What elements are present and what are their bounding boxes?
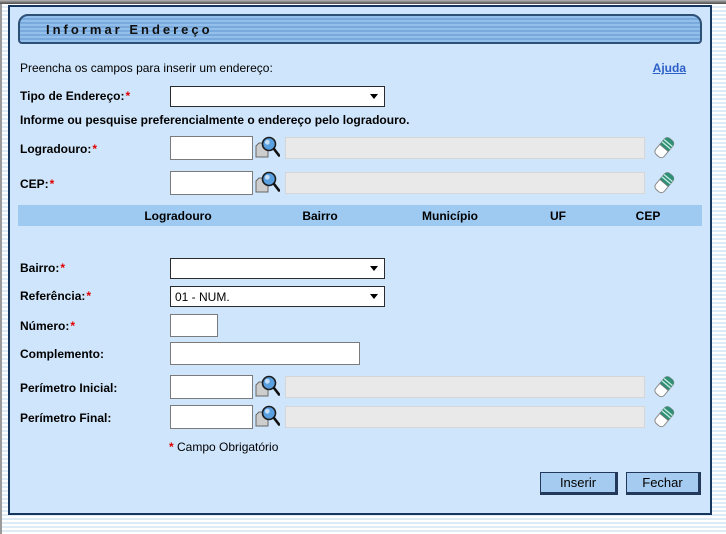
required-asterisk: * xyxy=(70,319,75,333)
tipo-endereco-select[interactable] xyxy=(170,86,385,107)
col-bairro: Bairro xyxy=(302,209,337,223)
chevron-down-icon xyxy=(370,266,378,271)
eraser-icon[interactable] xyxy=(651,135,677,161)
search-icon[interactable] xyxy=(254,374,280,400)
window-left-strip xyxy=(0,4,2,534)
informar-endereco-dialog: Informar Endereço Preencha os campos par… xyxy=(8,5,712,515)
perimetro-final-label: Perímetro Final: xyxy=(20,411,112,425)
complemento-label: Complemento: xyxy=(20,347,105,361)
instruction-text: Informe ou pesquise preferencialmente o … xyxy=(20,113,409,127)
perimetro-inicial-display xyxy=(285,376,645,398)
logradouro-display xyxy=(285,137,645,159)
required-asterisk: * xyxy=(86,289,91,303)
bairro-label: Bairro:* xyxy=(20,261,65,275)
referencia-label: Referência:* xyxy=(20,289,91,303)
numero-input[interactable] xyxy=(170,314,218,337)
eraser-icon[interactable] xyxy=(651,374,677,400)
search-icon[interactable] xyxy=(254,170,280,196)
col-logradouro: Logradouro xyxy=(144,209,211,223)
perimetro-inicial-input[interactable] xyxy=(170,375,253,399)
results-table-header: Logradouro Bairro Município UF CEP xyxy=(18,205,702,226)
perimetro-final-input[interactable] xyxy=(170,405,253,429)
fechar-button[interactable]: Fechar xyxy=(626,472,701,495)
required-asterisk: * xyxy=(125,89,130,103)
numero-label: Número:* xyxy=(20,319,75,333)
help-link[interactable]: Ajuda xyxy=(653,61,686,75)
logradouro-label: Logradouro:* xyxy=(20,142,97,156)
required-asterisk: * xyxy=(50,177,55,191)
col-uf: UF xyxy=(550,209,566,223)
search-icon[interactable] xyxy=(254,404,280,430)
complemento-input[interactable] xyxy=(170,342,360,365)
referencia-value: 01 - NUM. xyxy=(171,290,370,304)
col-municipio: Município xyxy=(422,209,478,223)
logradouro-input[interactable] xyxy=(170,136,253,160)
intro-text: Preencha os campos para inserir um ender… xyxy=(20,61,273,75)
eraser-icon[interactable] xyxy=(651,170,677,196)
required-asterisk: * xyxy=(92,142,97,156)
col-cep: CEP xyxy=(636,209,661,223)
inserir-button[interactable]: Inserir xyxy=(540,472,618,495)
chevron-down-icon xyxy=(370,294,378,299)
bairro-select[interactable] xyxy=(170,258,385,279)
search-icon[interactable] xyxy=(254,135,280,161)
cep-display xyxy=(285,172,645,194)
cep-label: CEP:* xyxy=(20,177,54,191)
referencia-select[interactable]: 01 - NUM. xyxy=(170,286,385,307)
perimetro-final-display xyxy=(285,406,645,428)
required-note: * Campo Obrigatório xyxy=(168,440,278,454)
dialog-titlebar: Informar Endereço xyxy=(18,14,702,44)
required-asterisk: * xyxy=(60,261,65,275)
required-note-text: Campo Obrigatório xyxy=(177,440,278,454)
cep-input[interactable] xyxy=(170,171,253,195)
perimetro-inicial-label: Perímetro Inicial: xyxy=(20,381,118,395)
window-top-strip xyxy=(0,0,726,4)
chevron-down-icon xyxy=(370,94,378,99)
required-asterisk: * xyxy=(169,440,174,454)
tipo-endereco-label: Tipo de Endereço:* xyxy=(20,89,130,103)
eraser-icon[interactable] xyxy=(651,404,677,430)
dialog-title: Informar Endereço xyxy=(20,22,213,37)
